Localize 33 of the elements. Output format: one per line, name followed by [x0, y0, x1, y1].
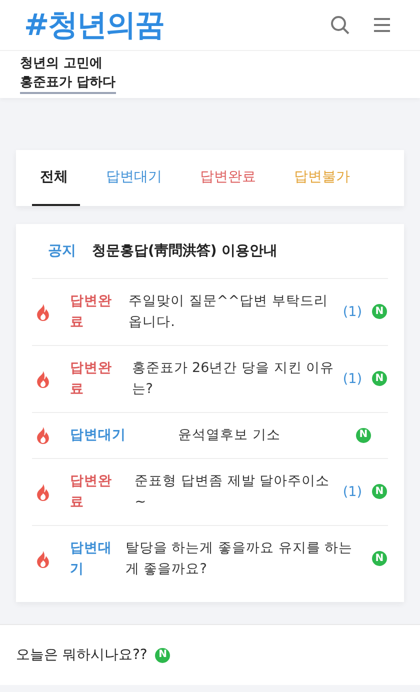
fire-icon [36, 550, 50, 568]
subtitle-text: 청년의 고민에 [20, 55, 103, 73]
post-title[interactable]: 홍준표가 26년간 당을 지킨 이유는? [132, 358, 335, 400]
comment-count: (1) [342, 484, 362, 500]
new-badge: N [155, 648, 170, 662]
notice-title[interactable]: 청문홍답(靑問洪答) 이용안내 [92, 242, 278, 260]
comment-count: (1) [342, 370, 362, 386]
fire-icon [36, 427, 50, 444]
new-badge: N [372, 371, 387, 386]
post-title[interactable]: 준표형 답변좀 제발 달아주이소~ [134, 471, 335, 513]
status-label: 답변대기 [70, 540, 112, 577]
post-title[interactable]: 윤석열후보 기소 [178, 425, 346, 446]
status-label: 답변완료 [70, 293, 112, 330]
status-label: 답변대기 [70, 427, 126, 443]
comment-count: (1) [342, 304, 362, 320]
post-title[interactable]: 주일맞이 질문^^답변 부탁드리옵니다. [128, 291, 335, 333]
new-badge: N [372, 304, 387, 320]
status-label: 답변완료 [70, 360, 112, 397]
new-badge: N [372, 484, 387, 500]
tab[interactable]: 답변완료 [192, 150, 268, 206]
tab[interactable]: 전체 [32, 150, 80, 206]
post-title[interactable]: 오늘은 뭐하시나요?? [16, 646, 148, 664]
fire-icon [36, 370, 50, 388]
fire-icon [36, 484, 50, 500]
new-badge: N [372, 551, 387, 566]
subtitle-text: 홍준표가 답하다 [20, 73, 116, 94]
notice-tag: 공지 [48, 242, 76, 260]
search-icon[interactable] [330, 15, 350, 35]
menu-icon[interactable] [374, 18, 390, 32]
status-label: 답변완료 [70, 473, 112, 510]
post-title[interactable]: 탈당을 하는게 좋을까요 유지를 하는게 좋을까요? [125, 538, 362, 580]
fire-icon [36, 304, 50, 320]
new-badge: N [356, 428, 371, 443]
